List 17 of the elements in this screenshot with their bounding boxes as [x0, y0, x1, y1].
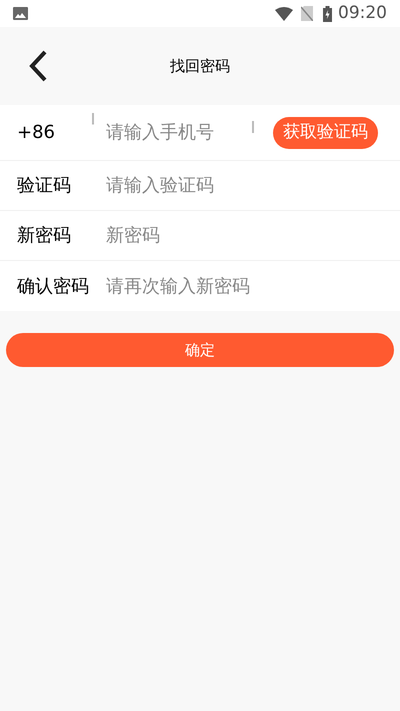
phone-input[interactable]: 请输入手机号 — [92, 112, 252, 152]
text-input[interactable]: 新密码 — [103, 216, 390, 256]
field-label: 新密码 — [17, 224, 72, 248]
country-code: +86 — [17, 121, 56, 145]
page-title: 找回密码 — [170, 56, 230, 77]
field-label: 验证码 — [17, 174, 72, 198]
battery-icon — [323, 6, 332, 22]
confirm-button[interactable]: 确定 — [6, 333, 394, 367]
clock-time: 09:20 — [338, 2, 387, 25]
wifi-icon — [275, 6, 293, 20]
text-input[interactable]: 请再次输入新密码 — [103, 266, 390, 306]
back-icon — [28, 50, 48, 82]
field-label: 确认密码 — [17, 274, 90, 298]
no-sim-icon — [301, 6, 313, 21]
get-code-button[interactable]: 获取验证码 — [273, 116, 378, 148]
image-icon — [13, 7, 28, 20]
text-input[interactable]: 请输入验证码 — [103, 166, 390, 206]
